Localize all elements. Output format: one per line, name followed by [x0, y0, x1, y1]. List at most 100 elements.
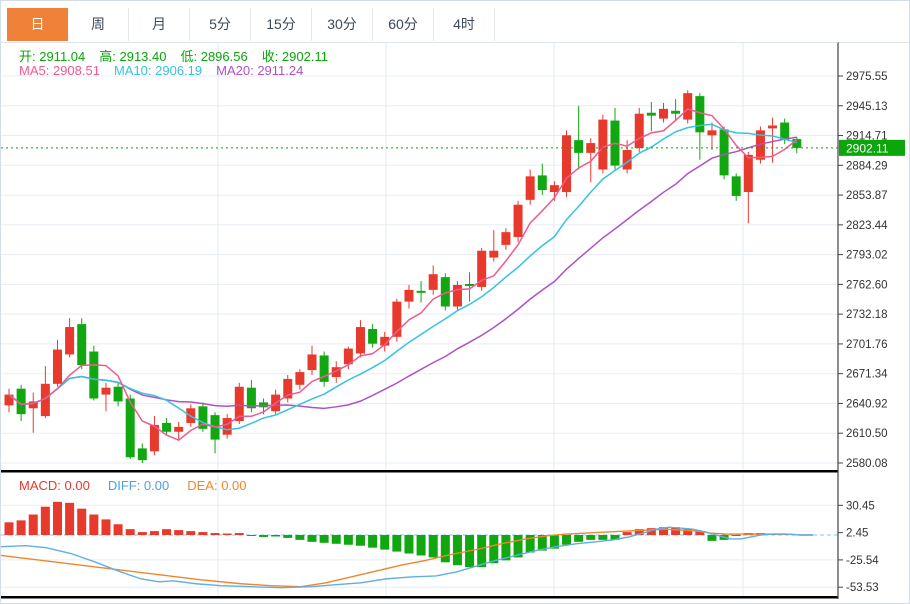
candlestick — [635, 114, 644, 148]
candlestick — [89, 352, 98, 399]
macd-axis-label: -53.53 — [846, 582, 879, 594]
candlestick — [732, 176, 741, 196]
macd-histogram-bar — [707, 535, 716, 541]
macd-histogram-bar — [586, 535, 595, 540]
candlestick — [598, 120, 607, 170]
price-axis-label: 2701.76 — [846, 339, 888, 351]
candlestick — [501, 232, 510, 245]
macd-histogram-bar — [344, 535, 353, 545]
ma10-line — [9, 124, 797, 429]
marow-ma5: MA5: 2908.51 — [19, 63, 100, 78]
price-axis-label: 2640.92 — [846, 398, 888, 410]
candlestick — [780, 123, 789, 141]
price-axis-label: 2610.50 — [846, 428, 888, 440]
candlestick — [489, 251, 498, 258]
macd-histogram-bar — [368, 535, 377, 548]
price-axis-label: 2853.87 — [846, 190, 888, 202]
candlestick — [768, 125, 777, 128]
price-axis-label: 2580.08 — [846, 458, 888, 470]
macd-axis-label: -25.54 — [846, 555, 879, 567]
candlestick — [223, 418, 232, 435]
price-axis-label: 2945.13 — [846, 101, 888, 113]
macd-histogram-bar — [429, 535, 438, 557]
candlestick — [574, 140, 583, 153]
candlestick — [77, 324, 86, 365]
candlestick — [465, 284, 474, 286]
macd-histogram-bar — [29, 515, 38, 535]
macd-histogram-bar — [41, 507, 50, 535]
macd-histogram-bar — [223, 534, 232, 535]
price-axis-label: 2884.29 — [846, 160, 888, 172]
macd-info-row: MACD: 0.00DIFF: 0.00DEA: 0.00 — [19, 478, 265, 493]
macd-axis-label: 2.45 — [846, 528, 868, 540]
macd-histogram-bar — [89, 515, 98, 535]
candlestick — [429, 274, 438, 290]
candlestick — [53, 350, 62, 384]
macd-histogram-bar — [574, 535, 583, 542]
price-axis-label: 2671.34 — [846, 369, 888, 381]
candlestick — [308, 354, 317, 370]
candlestick — [526, 176, 535, 199]
macd-histogram-bar — [477, 535, 486, 567]
candlestick — [114, 387, 123, 402]
macd-histogram-bar — [101, 519, 110, 535]
macd-histogram-bar — [77, 509, 86, 535]
ma5-line — [9, 109, 797, 440]
ma-info-row: MA5: 2908.51 MA10: 2906.19 MA20: 2911.24 — [19, 63, 317, 78]
price-axis-label: 2823.44 — [846, 220, 888, 232]
macd-histogram-bar — [150, 531, 159, 535]
macdrow-macd: MACD: 0.00 — [19, 478, 90, 493]
price-axis-label: 2732.18 — [846, 309, 888, 321]
macd-histogram-bar — [235, 533, 244, 535]
candlestick — [720, 129, 729, 175]
macd-histogram-bar — [308, 535, 317, 542]
candlestick — [65, 327, 74, 354]
candlestick — [138, 448, 147, 460]
macd-histogram-bar — [404, 535, 413, 554]
candlestick — [477, 251, 486, 287]
macd-histogram-bar — [441, 535, 450, 562]
macd-histogram-bar — [247, 535, 256, 536]
macd-histogram-bar — [623, 532, 632, 535]
macd-axis-label: 30.45 — [846, 500, 875, 512]
ma20-line — [9, 137, 797, 408]
price-axis-label: 2793.02 — [846, 250, 888, 262]
candlestick — [683, 93, 692, 119]
candlestick — [707, 130, 716, 135]
macd-histogram-bar — [332, 535, 341, 544]
candlestick — [671, 111, 680, 114]
chart-area[interactable]: 2975.552945.132914.712884.292853.872823.… — [1, 1, 909, 603]
candlestick — [514, 205, 523, 237]
marow-ma20: MA20: 2911.24 — [216, 63, 303, 78]
candlestick — [550, 185, 559, 192]
macd-histogram-bar — [53, 502, 62, 535]
marow-ma10: MA10: 2906.19 — [114, 63, 202, 78]
candlestick — [101, 388, 110, 395]
candlestick — [295, 372, 304, 385]
macd-histogram-bar — [356, 535, 365, 546]
macd-histogram-bar — [489, 535, 498, 563]
candlestick — [174, 427, 183, 432]
candlestick — [659, 109, 668, 119]
macd-histogram-bar — [65, 503, 74, 535]
macd-histogram-bar — [138, 532, 147, 535]
macd-histogram-bar — [453, 535, 462, 565]
price-axis-label: 2975.55 — [846, 71, 888, 83]
macd-histogram-bar — [320, 535, 329, 543]
macd-histogram-bar — [271, 535, 280, 536]
macd-histogram-bar — [392, 535, 401, 552]
candlestick — [162, 423, 171, 432]
macd-histogram-bar — [562, 535, 571, 545]
macd-histogram-bar — [417, 535, 426, 555]
candlestick — [744, 155, 753, 192]
macd-histogram-bar — [259, 535, 268, 537]
ohlcrow-open: 开: 2911.04 — [19, 49, 85, 64]
panel-separator-bottom — [1, 596, 838, 599]
macdrow-diff: DIFF: 0.00 — [108, 478, 169, 493]
trading-chart-app: 日周月5分15分30分60分4时 开: 2911.04高: 2913.40低: … — [0, 0, 910, 604]
macd-histogram-bar — [5, 522, 14, 535]
candlestick — [538, 175, 547, 190]
macd-histogram-bar — [283, 535, 292, 538]
macd-histogram-bar — [732, 535, 741, 536]
candlestick — [647, 113, 656, 116]
